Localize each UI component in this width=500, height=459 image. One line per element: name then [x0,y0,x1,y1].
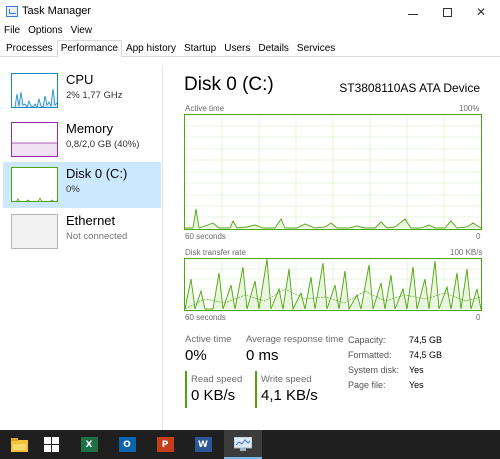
sidebar-item-detail: 0% [66,184,80,195]
powerpoint-icon: P [156,437,174,452]
response-time-label: Average response time [246,334,344,345]
tab-startup[interactable]: Startup [180,40,220,56]
write-speed-label: Write speed [261,374,312,385]
tab-services[interactable]: Services [293,40,339,56]
taskbar-powerpoint[interactable]: P [146,430,184,459]
page-file-label: Page file: [348,380,386,390]
taskbar-outlook[interactable]: O [108,430,146,459]
read-speed-label: Read speed [191,374,243,385]
window-title: Task Manager [22,5,92,17]
maximize-icon [442,7,452,17]
menu-view[interactable]: View [67,24,97,40]
taskbar-task-manager[interactable] [224,430,262,459]
formatted-label: Formatted: [348,350,392,360]
device-name: ST3808110AS ATA Device [339,81,480,95]
sidebar-item-memory[interactable]: Memory 0,8/2,0 GB (40%) [3,117,161,163]
page-file-value: Yes [409,380,424,390]
transfer-rate-graph-x-label: 60 seconds [185,313,226,322]
sidebar-item-disk[interactable]: Disk 0 (C:) 0% [3,162,161,208]
write-speed-indicator [255,371,257,408]
menu-bar: File Options View [0,24,96,40]
minimize-button[interactable] [396,0,430,24]
task-manager-icon [234,436,252,451]
menu-file[interactable]: File [0,24,24,40]
memory-mini-graph [11,122,58,157]
disk-mini-graph [11,167,58,202]
performance-sidebar: CPU 2% 1,77 GHz Memory 0,8/2,0 GB (40%) … [0,66,163,430]
sidebar-item-ethernet[interactable]: Ethernet Not connected [3,209,161,255]
active-time-graph-x-label: 60 seconds [185,232,226,241]
sidebar-item-cpu[interactable]: CPU 2% 1,77 GHz [3,68,161,114]
transfer-rate-graph-min: 0 [476,313,481,322]
task-manager-app-icon [6,6,18,17]
active-time-graph-label: Active time [185,104,225,113]
taskbar-windows-store[interactable] [32,430,70,459]
sidebar-item-label: Disk 0 (C:) [66,166,128,181]
outlook-icon: O [118,437,136,452]
windows-store-icon [43,437,59,452]
close-icon: ✕ [475,5,487,19]
system-disk-label: System disk: [348,365,400,375]
capacity-value: 74,5 GB [409,335,443,345]
close-button[interactable]: ✕ [464,0,498,24]
file-explorer-icon [10,437,28,452]
active-time-label: Active time [185,334,232,345]
active-time-graph [184,114,482,230]
word-icon: W [194,437,212,452]
transfer-rate-graph [184,258,482,311]
response-time-value: 0 ms [246,347,279,364]
menu-options[interactable]: Options [24,24,66,40]
transfer-rate-graph-max: 100 KB/s [450,248,483,257]
sidebar-item-label: CPU [66,72,94,87]
cpu-mini-graph [11,73,58,108]
page-title: Disk 0 (C:) [184,74,274,95]
read-speed-indicator [185,371,187,408]
system-disk-value: Yes [409,365,424,375]
taskbar: X O P W [0,430,500,459]
excel-icon: X [80,437,98,452]
maximize-button[interactable] [430,0,464,24]
read-speed-value: 0 KB/s [191,387,236,404]
taskbar-excel[interactable]: X [70,430,108,459]
sidebar-item-detail: Not connected [66,231,128,242]
tab-details[interactable]: Details [254,40,293,56]
active-time-graph-max: 100% [459,104,480,113]
tab-bar: Processes Performance App history Startu… [0,40,500,57]
capacity-label: Capacity: [348,335,386,345]
tab-processes[interactable]: Processes [2,40,57,56]
tab-performance[interactable]: Performance [56,40,122,57]
tab-app-history[interactable]: App history [122,40,180,56]
write-speed-value: 4,1 KB/s [261,387,318,404]
active-time-graph-min: 0 [476,232,481,241]
ethernet-mini-graph [11,214,58,249]
sidebar-item-detail: 2% 1,77 GHz [66,90,123,101]
taskbar-word[interactable]: W [184,430,222,459]
tab-users[interactable]: Users [220,40,254,56]
sidebar-item-label: Memory [66,121,113,136]
transfer-rate-graph-label: Disk transfer rate [185,248,246,257]
sidebar-item-label: Ethernet [66,213,116,228]
sidebar-item-detail: 0,8/2,0 GB (40%) [66,139,140,150]
title-bar: Task Manager ✕ [0,0,500,24]
formatted-value: 74,5 GB [409,350,443,360]
minimize-icon [408,13,418,15]
active-time-value: 0% [185,347,207,364]
